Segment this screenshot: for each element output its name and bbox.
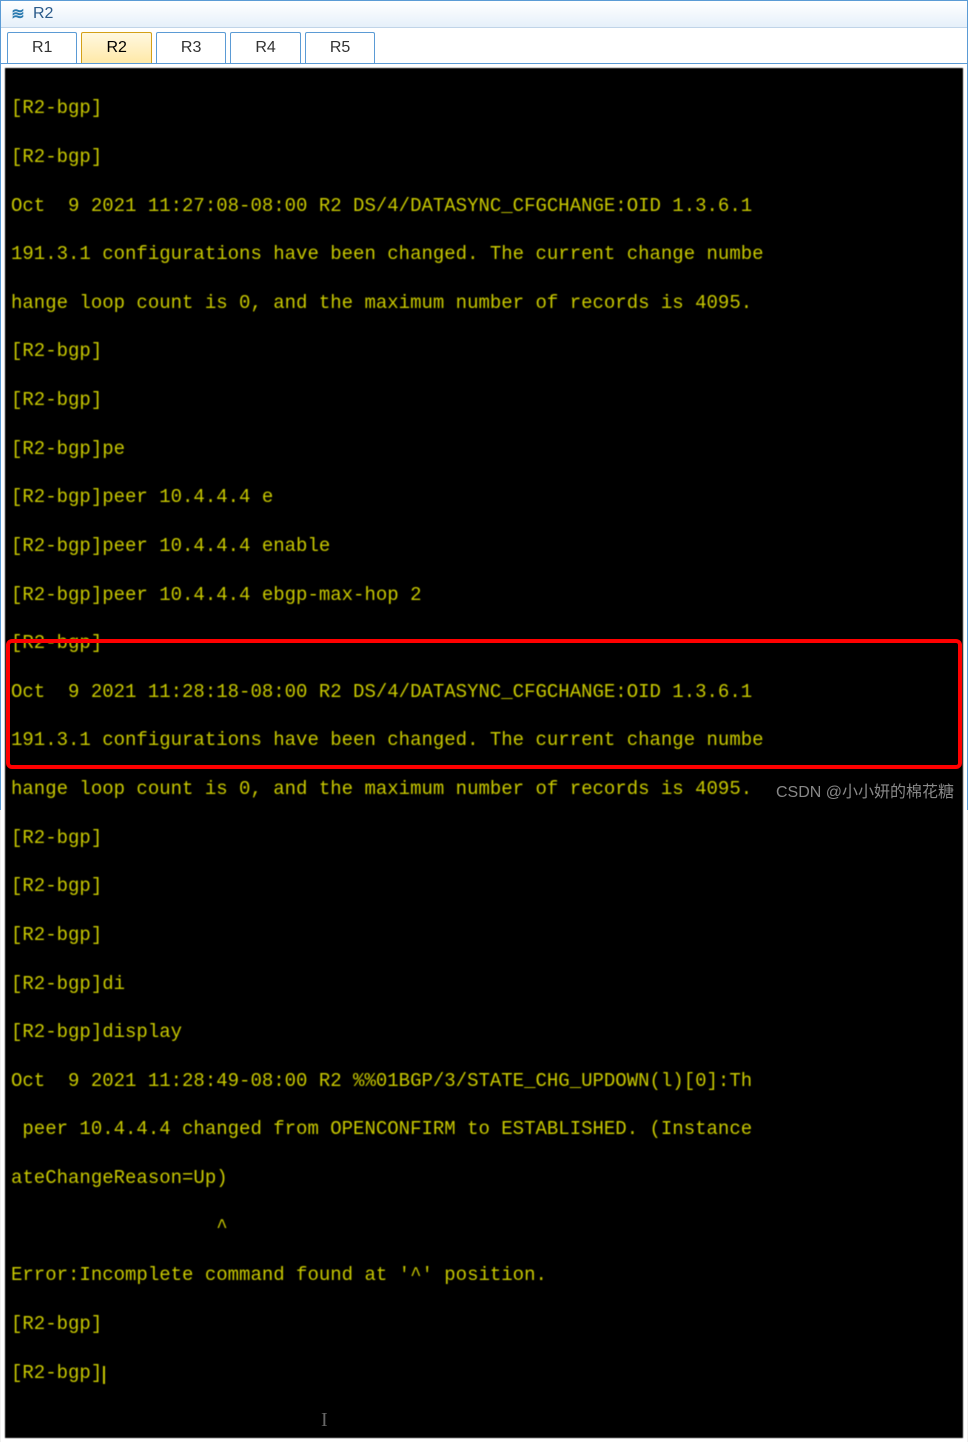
terminal-line: [R2-bgp]	[11, 826, 957, 850]
text-cursor-icon: I	[321, 1409, 328, 1432]
terminal-container: [R2-bgp] [R2-bgp] Oct 9 2021 11:27:08-08…	[1, 64, 967, 1442]
terminal-output[interactable]: [R2-bgp] [R2-bgp] Oct 9 2021 11:27:08-08…	[5, 68, 963, 1438]
terminal-prompt: [R2-bgp]	[11, 1361, 957, 1385]
terminal-error-line: Error:Incomplete command found at '^' po…	[11, 1263, 957, 1287]
watermark-text: CSDN @小小妍的棉花糖	[776, 778, 954, 802]
terminal-line: peer 10.4.4.4 changed from OPENCONFIRM t…	[11, 1117, 957, 1141]
terminal-window: ≋ R2 R1 R2 R3 R4 R5 [R2-bgp] [R2-bgp] Oc…	[0, 0, 968, 810]
terminal-line: 191.3.1 configurations have been changed…	[11, 242, 957, 266]
tab-r5[interactable]: R5	[305, 32, 375, 63]
terminal-line: [R2-bgp]	[11, 874, 957, 898]
terminal-line: Oct 9 2021 11:28:49-08:00 R2 %%01BGP/3/S…	[11, 1069, 957, 1093]
terminal-line: [R2-bgp]	[11, 96, 957, 120]
terminal-line: [R2-bgp]	[11, 631, 957, 655]
terminal-line: [R2-bgp]	[11, 145, 957, 169]
terminal-line: hange loop count is 0, and the maximum n…	[11, 291, 957, 315]
terminal-line: [R2-bgp]	[11, 339, 957, 363]
tab-r3[interactable]: R3	[156, 32, 226, 63]
terminal-line: Oct 9 2021 11:27:08-08:00 R2 DS/4/DATASY…	[11, 194, 957, 218]
tab-r2[interactable]: R2	[81, 32, 151, 63]
terminal-line: [R2-bgp]peer 10.4.4.4 ebgp-max-hop 2	[11, 583, 957, 607]
titlebar: ≋ R2	[1, 1, 967, 28]
terminal-line: [R2-bgp]peer 10.4.4.4 enable	[11, 534, 957, 558]
tab-bar: R1 R2 R3 R4 R5	[1, 28, 967, 64]
terminal-line: [R2-bgp]display	[11, 1020, 957, 1044]
app-icon: ≋	[9, 5, 27, 23]
terminal-line: ateChangeReason=Up)	[11, 1166, 957, 1190]
terminal-line: [R2-bgp]pe	[11, 437, 957, 461]
window-title: R2	[33, 5, 53, 23]
prompt-text: [R2-bgp]	[11, 1362, 102, 1384]
terminal-line: [R2-bgp]	[11, 923, 957, 947]
terminal-caret-line: ^	[11, 1215, 957, 1239]
terminal-line: [R2-bgp]di	[11, 972, 957, 996]
tab-r1[interactable]: R1	[7, 32, 77, 63]
terminal-cursor	[103, 1366, 105, 1384]
tab-r4[interactable]: R4	[230, 32, 300, 63]
terminal-line: [R2-bgp]peer 10.4.4.4 e	[11, 485, 957, 509]
terminal-line: Oct 9 2021 11:28:18-08:00 R2 DS/4/DATASY…	[11, 680, 957, 704]
terminal-line: [R2-bgp]	[11, 388, 957, 412]
terminal-prompt: [R2-bgp]	[11, 1312, 957, 1336]
terminal-line: 191.3.1 configurations have been changed…	[11, 728, 957, 752]
